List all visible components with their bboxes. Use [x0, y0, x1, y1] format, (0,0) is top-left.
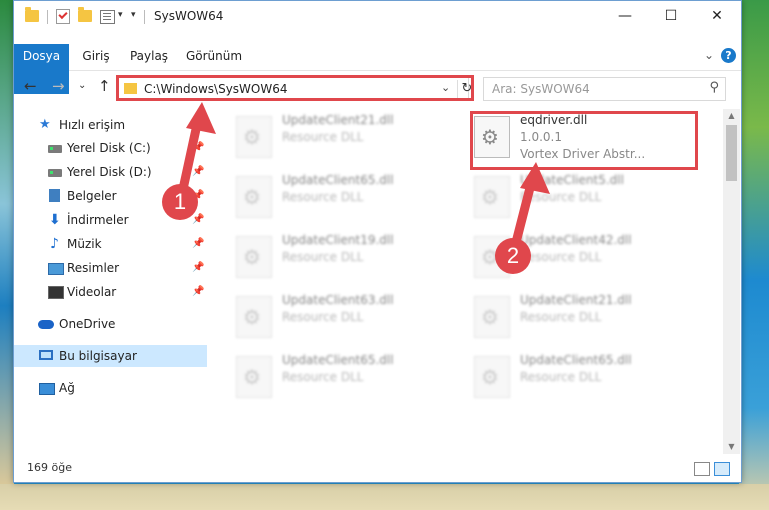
list-item[interactable]: UpdateClient63.dll Resource DLL — [236, 293, 456, 343]
dll-file-icon — [474, 296, 510, 338]
pin-icon: 📌 — [192, 262, 205, 273]
sidebar-item-label: Müzik — [67, 237, 102, 251]
file-description: Resource DLL — [282, 190, 364, 204]
desktop-wallpaper-bottom — [0, 484, 769, 510]
drive-icon — [48, 169, 62, 177]
large-icons-view-icon[interactable] — [714, 462, 730, 476]
close-button[interactable]: ✕ — [694, 1, 740, 31]
tab-share[interactable]: Paylaş — [125, 44, 173, 69]
search-input[interactable]: Ara: SysWOW64 ⚲ — [483, 77, 726, 101]
details-view-icon[interactable] — [694, 462, 710, 476]
properties-check-icon[interactable] — [56, 9, 70, 24]
tab-home[interactable]: Giriş — [76, 44, 116, 69]
rename-icon[interactable] — [100, 10, 115, 24]
list-item[interactable]: UpdateClient19.dll Resource DLL — [236, 233, 456, 283]
list-item[interactable]: UpdateClient65.dll Resource DLL — [236, 353, 456, 403]
documents-icon — [49, 189, 60, 202]
dll-file-icon — [236, 116, 272, 158]
item-count: 169 öğe — [27, 461, 72, 474]
help-icon[interactable]: ? — [721, 48, 736, 63]
sidebar-item-label: Yerel Disk (D:) — [67, 165, 152, 179]
window-title: SysWOW64 — [154, 9, 224, 23]
back-button[interactable]: ← — [24, 77, 37, 95]
pin-icon: 📌 — [192, 286, 205, 297]
sidebar-item-this-pc[interactable]: Bu bilgisayar — [14, 345, 207, 367]
file-description: Resource DLL — [520, 310, 602, 324]
dll-file-icon — [236, 236, 272, 278]
sidebar-item-label: Belgeler — [67, 189, 117, 203]
quick-access-toolbar-dropdown-icon[interactable]: ▾ — [118, 10, 123, 26]
desktop-wallpaper-right — [739, 0, 769, 510]
onedrive-icon — [38, 320, 54, 329]
callout-badge-1: 1 — [162, 184, 198, 220]
minimize-button[interactable]: — — [602, 1, 648, 31]
pictures-icon — [48, 263, 64, 275]
dll-file-icon — [236, 356, 272, 398]
file-description: Resource DLL — [282, 370, 364, 384]
folder-icon — [25, 7, 39, 22]
file-name: UpdateClient21.dll — [282, 113, 394, 127]
network-icon — [39, 383, 55, 395]
dll-file-icon — [236, 176, 272, 218]
file-name: UpdateClient65.dll — [282, 353, 394, 367]
scroll-up-icon[interactable]: ▲ — [723, 109, 740, 123]
file-name: UpdateClient63.dll — [282, 293, 394, 307]
star-icon: ★ — [39, 117, 51, 132]
maximize-button[interactable]: ☐ — [648, 1, 694, 31]
file-name: UpdateClient19.dll — [282, 233, 394, 247]
callout-badge-2: 2 — [495, 238, 531, 274]
status-bar: 169 öğe — [14, 456, 741, 481]
scroll-down-icon[interactable]: ▼ — [723, 440, 740, 454]
file-name: UpdateClient21.dll — [520, 293, 632, 307]
file-name: UpdateClient65.dll — [282, 173, 394, 187]
file-description: Resource DLL — [282, 310, 364, 324]
sidebar-item-label: Videolar — [67, 285, 117, 299]
forward-button[interactable]: → — [52, 77, 65, 95]
scrollbar-thumb[interactable] — [726, 125, 737, 181]
sidebar-item-videos[interactable]: Videolar 📌 — [14, 281, 207, 303]
search-icon: ⚲ — [709, 80, 719, 95]
title-bar: ▾ ▾ SysWOW64 — ☐ ✕ — [14, 1, 741, 31]
sidebar-item-onedrive[interactable]: OneDrive — [14, 313, 207, 335]
list-item[interactable]: UpdateClient21.dll Resource DLL — [474, 293, 694, 343]
expand-ribbon-icon[interactable]: ⌄ — [704, 48, 714, 62]
list-item[interactable]: UpdateClient65.dll Resource DLL — [474, 353, 694, 403]
vertical-scrollbar[interactable]: ▲ ▼ — [723, 109, 740, 454]
sidebar-item-pictures[interactable]: Resimler 📌 — [14, 257, 207, 279]
customize-toolbar-icon[interactable]: ▾ — [131, 10, 136, 26]
recent-locations-button[interactable]: ⌄ — [78, 80, 86, 91]
sidebar-item-music[interactable]: ♪ Müzik 📌 — [14, 233, 207, 255]
up-button[interactable]: ↑ — [98, 77, 111, 95]
sidebar-item-label: Yerel Disk (C:) — [67, 141, 151, 155]
music-icon: ♪ — [50, 236, 59, 252]
desktop-wallpaper-left — [0, 0, 14, 510]
search-placeholder: Ara: SysWOW64 — [492, 82, 590, 96]
list-item[interactable]: UpdateClient21.dll Resource DLL — [236, 113, 456, 163]
videos-icon — [48, 286, 64, 299]
file-description: Resource DLL — [282, 250, 364, 264]
file-explorer-window: ▾ ▾ SysWOW64 — ☐ ✕ Dosya Giriş Paylaş Gö… — [13, 0, 742, 483]
toolbar-divider — [47, 10, 48, 24]
sidebar-item-label: Resimler — [67, 261, 120, 275]
file-description: Resource DLL — [520, 370, 602, 384]
download-icon: ⬇ — [49, 212, 61, 228]
title-divider — [144, 10, 145, 24]
sidebar-item-label: Bu bilgisayar — [59, 349, 137, 363]
sidebar-item-label: İndirmeler — [67, 213, 129, 227]
list-item[interactable]: UpdateClient65.dll Resource DLL — [236, 173, 456, 223]
sidebar-item-network[interactable]: Ağ — [14, 377, 207, 399]
pin-icon: 📌 — [192, 238, 205, 249]
sidebar-item-label: Ağ — [59, 381, 75, 395]
new-folder-icon[interactable] — [78, 7, 92, 22]
tab-view[interactable]: Görünüm — [184, 44, 244, 69]
file-description: Resource DLL — [282, 130, 364, 144]
computer-icon — [39, 350, 53, 360]
sidebar-item-label: Hızlı erişim — [59, 118, 126, 132]
drive-icon — [48, 145, 62, 153]
sidebar-item-label: OneDrive — [59, 317, 116, 331]
file-name: UpdateClient65.dll — [520, 353, 632, 367]
ribbon-tabs: Dosya Giriş Paylaş Görünüm ⌄ ? — [14, 44, 741, 94]
dll-file-icon — [474, 356, 510, 398]
dll-file-icon — [236, 296, 272, 338]
